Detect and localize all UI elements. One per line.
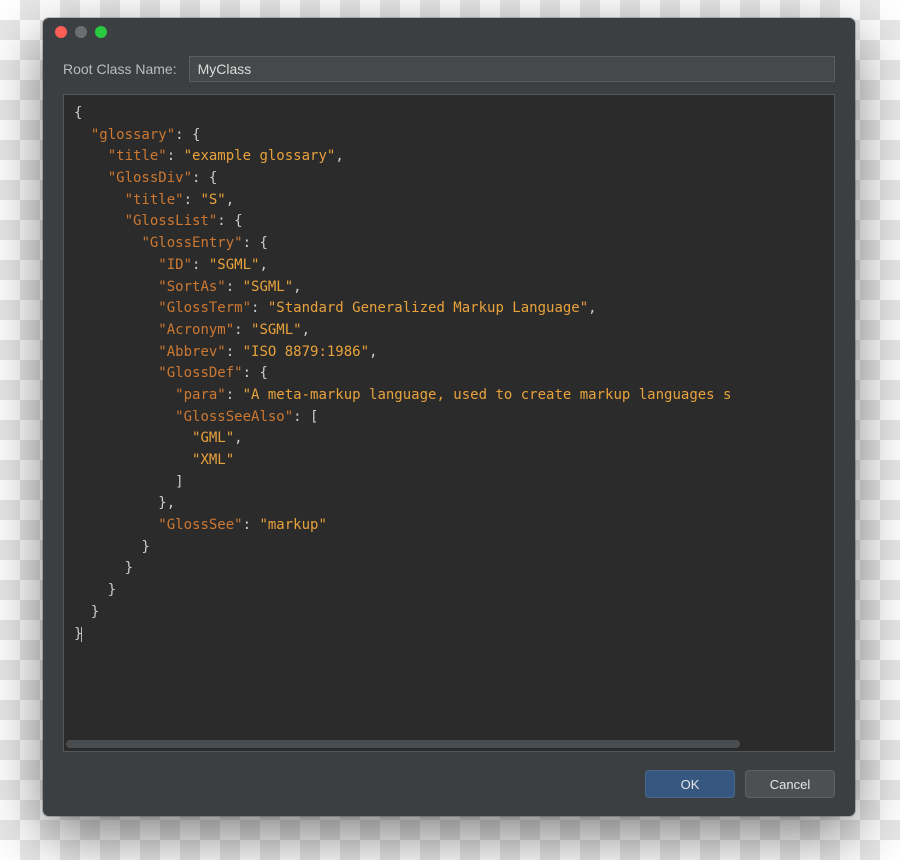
ok-button[interactable]: OK [645,770,735,798]
dialog-window: Root Class Name: { "glossary": { "title"… [43,18,855,816]
minimize-icon [75,26,87,38]
json-editor[interactable]: { "glossary": { "title": "example glossa… [64,95,834,739]
button-row: OK Cancel [43,752,855,816]
cancel-button[interactable]: Cancel [745,770,835,798]
close-icon[interactable] [55,26,67,38]
root-class-name-label: Root Class Name: [63,61,177,77]
editor-container: { "glossary": { "title": "example glossa… [63,94,835,752]
horizontal-scrollbar[interactable] [66,739,832,749]
root-class-name-input[interactable] [189,56,835,82]
form-row: Root Class Name: [43,46,855,94]
maximize-icon[interactable] [95,26,107,38]
scrollbar-thumb[interactable] [66,740,740,748]
titlebar [43,18,855,46]
